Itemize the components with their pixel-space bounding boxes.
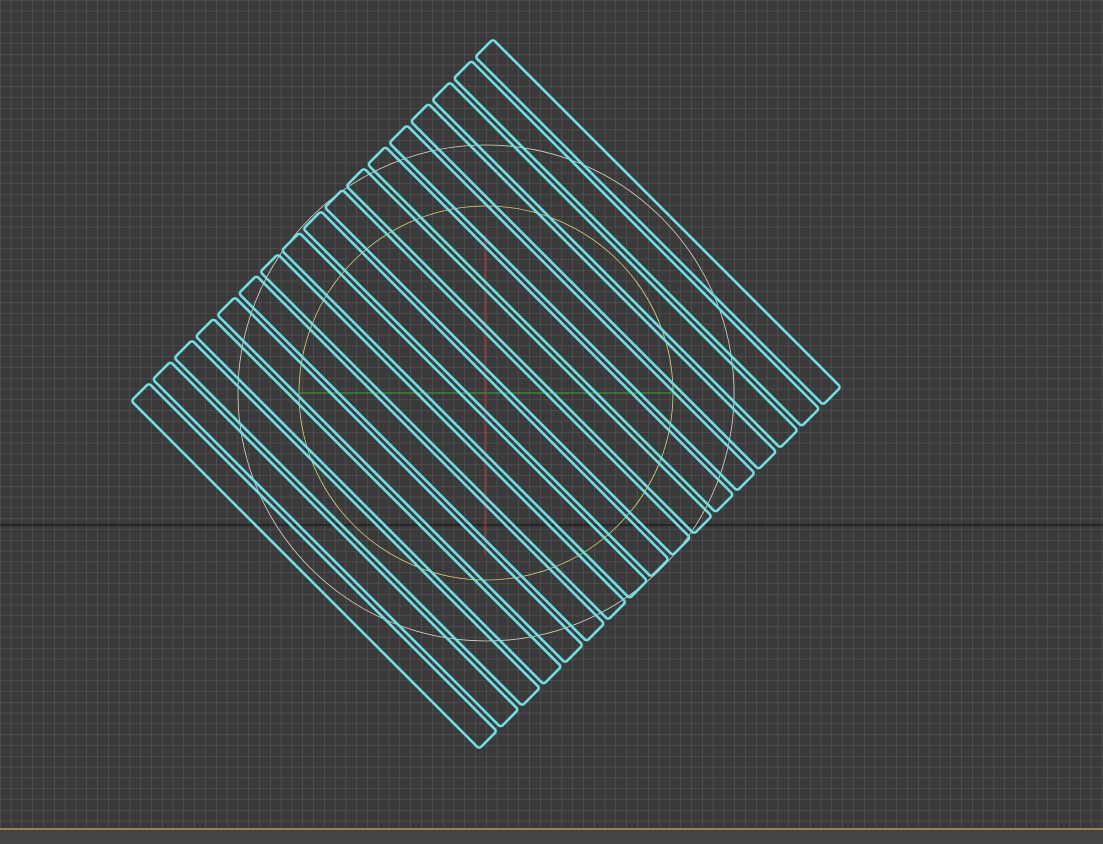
perspective-viewport[interactable] xyxy=(0,0,1103,844)
viewport-scene[interactable] xyxy=(0,0,1103,828)
viewport-bottom-bar xyxy=(0,828,1103,844)
home-grid xyxy=(0,0,1103,828)
